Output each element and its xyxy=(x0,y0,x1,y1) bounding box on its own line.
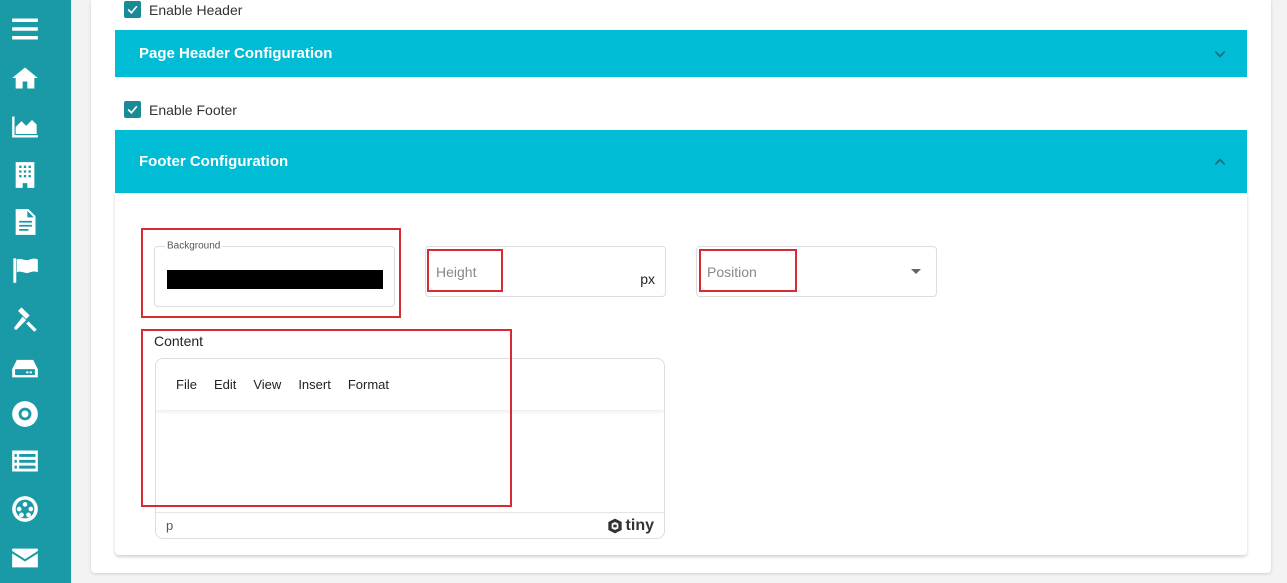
inbox-icon[interactable] xyxy=(10,353,40,383)
page-header-config-title: Page Header Configuration xyxy=(139,45,333,62)
tiny-logo[interactable]: tiny xyxy=(607,517,654,535)
content-label: Content xyxy=(154,333,204,349)
tiny-brand-icon xyxy=(607,518,622,533)
settings-icon[interactable] xyxy=(10,494,40,524)
list-icon[interactable] xyxy=(10,446,40,476)
editor-statusbar: p tiny xyxy=(156,512,664,538)
dropdown-caret-icon[interactable] xyxy=(911,269,921,274)
chevron-down-icon[interactable] xyxy=(1213,47,1227,61)
position-placeholder: Position xyxy=(707,264,757,280)
editor-content-area[interactable] xyxy=(156,410,664,513)
menu-icon[interactable] xyxy=(10,14,40,44)
lifebuoy-icon[interactable] xyxy=(10,399,40,429)
enable-footer-row[interactable]: Enable Footer xyxy=(124,101,237,118)
sidebar xyxy=(0,0,71,583)
content-editor[interactable]: File Edit View Insert Format p tiny xyxy=(155,358,665,539)
enable-header-checkbox[interactable] xyxy=(124,1,141,18)
background-color-swatch[interactable] xyxy=(167,270,383,289)
page-header-config-accordion[interactable]: Page Header Configuration xyxy=(115,30,1247,77)
footer-config-accordion[interactable]: Footer Configuration xyxy=(115,130,1247,193)
enable-header-label: Enable Header xyxy=(149,1,243,18)
enable-header-row[interactable]: Enable Header xyxy=(124,1,242,18)
tiny-brand-text: tiny xyxy=(625,516,654,534)
flag-icon[interactable] xyxy=(10,255,40,285)
menu-edit[interactable]: Edit xyxy=(214,377,236,392)
background-color-field[interactable]: Background xyxy=(154,240,395,307)
gavel-icon[interactable] xyxy=(10,304,40,334)
editor-element-path[interactable]: p xyxy=(166,518,173,533)
menu-insert[interactable]: Insert xyxy=(298,377,331,392)
enable-footer-checkbox[interactable] xyxy=(124,101,141,118)
position-select[interactable]: Position xyxy=(696,246,937,297)
footer-config-title: Footer Configuration xyxy=(139,153,289,170)
home-icon[interactable] xyxy=(10,63,40,93)
chevron-up-icon[interactable] xyxy=(1213,155,1227,169)
enable-footer-label: Enable Footer xyxy=(149,101,237,118)
editor-menubar: File Edit View Insert Format xyxy=(156,359,664,410)
menu-format[interactable]: Format xyxy=(348,377,389,392)
height-input[interactable]: Height px xyxy=(425,246,666,297)
menu-view[interactable]: View xyxy=(253,377,281,392)
document-icon[interactable] xyxy=(10,207,40,237)
menu-file[interactable]: File xyxy=(176,377,197,392)
building-icon[interactable] xyxy=(10,160,40,190)
height-unit: px xyxy=(640,271,655,287)
mail-icon[interactable] xyxy=(10,543,40,573)
height-placeholder: Height xyxy=(436,264,477,280)
chart-area-icon[interactable] xyxy=(10,112,40,142)
background-label: Background xyxy=(165,240,223,252)
